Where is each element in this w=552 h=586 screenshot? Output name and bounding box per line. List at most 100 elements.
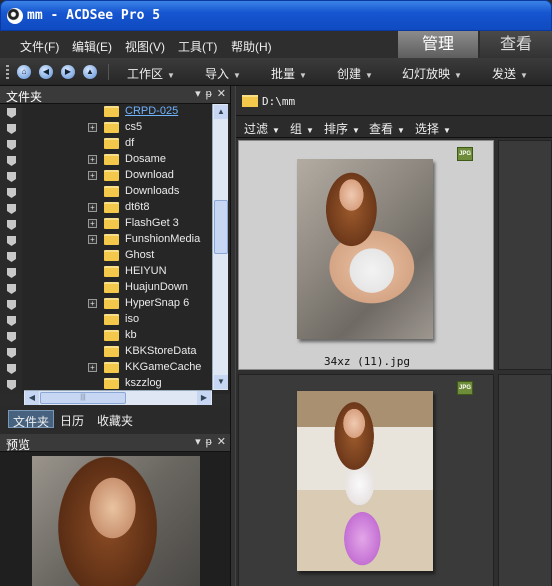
menu-file[interactable]: 文件(F) (20, 38, 59, 55)
toolbar-grip[interactable] (6, 65, 9, 79)
folder-tree-vertical-scrollbar[interactable]: ▲ ▼ (212, 104, 228, 390)
tree-item[interactable]: + FlashGet 3 (0, 216, 212, 232)
folder-icon (104, 138, 119, 149)
file-thumbnail[interactable]: JPG (238, 374, 494, 586)
preview-pane-header: 预览 ▾ ᵽ ✕ (0, 434, 230, 452)
pane-controls: ▾ ᵽ ✕ (190, 87, 226, 100)
expand-icon[interactable]: + (88, 363, 97, 372)
tree-item[interactable]: + cs5 (0, 120, 212, 136)
tree-item[interactable]: df (0, 136, 212, 152)
tree-item-label: cs5 (125, 121, 143, 133)
group-menu[interactable]: 组 ▼ (290, 120, 314, 137)
view-menu[interactable]: 查看 ▼ (369, 120, 405, 137)
scrollbar-thumb[interactable] (214, 200, 228, 254)
tree-item[interactable]: HEIYUN (0, 264, 212, 280)
expand-icon[interactable]: + (88, 171, 97, 180)
current-path[interactable]: D:\mm (262, 95, 295, 108)
expand-icon[interactable]: + (88, 219, 97, 228)
mode-manage-tab[interactable]: 管理 (398, 31, 478, 58)
tree-item[interactable]: + Download (0, 168, 212, 184)
acdsee-window: mm - ACDSee Pro 5 文件(F) 编辑(E) 视图(V) 工具(T… (0, 0, 552, 586)
scroll-right-icon[interactable]: ▶ (197, 391, 211, 405)
scroll-down-icon[interactable]: ▼ (214, 375, 228, 389)
tree-item[interactable]: Downloads (0, 184, 212, 200)
file-name: 34xz (11).jpg (323, 355, 411, 368)
tree-item[interactable]: iso (0, 312, 212, 328)
pin-icon[interactable]: ᵽ (206, 436, 212, 448)
tab-calendar[interactable]: 日历 (56, 410, 88, 428)
tree-item-label: HyperSnap 6 (125, 297, 190, 309)
tree-item[interactable]: kb (0, 328, 212, 344)
folder-icon (104, 378, 119, 389)
expand-icon[interactable]: + (88, 203, 97, 212)
tree-item-label: Downloads (125, 185, 180, 197)
chevron-down-icon: ▼ (352, 126, 360, 135)
tree-item-label: Download (125, 169, 174, 181)
select-menu[interactable]: 选择 ▼ (415, 120, 451, 137)
tree-item[interactable]: + FunshionMedia (0, 232, 212, 248)
tree-item[interactable]: + KKGameCache (0, 360, 212, 376)
filter-menu[interactable]: 过滤 ▼ (244, 120, 280, 137)
scrollbar-thumb[interactable]: ||| (40, 392, 126, 404)
folders-pane-title: 文件夹 (6, 90, 43, 104)
pane-menu-icon[interactable]: ▾ (195, 88, 201, 100)
tree-item[interactable]: KBKStoreData (0, 344, 212, 360)
pane-tabs: 文件夹 日历 收藏夹 (0, 406, 230, 430)
chevron-down-icon: ▼ (299, 71, 307, 80)
tree-item-label: KBKStoreData (125, 345, 197, 357)
expand-icon[interactable]: + (88, 235, 97, 244)
preview-image (32, 456, 200, 586)
menu-edit[interactable]: 编辑(E) (72, 38, 112, 55)
tree-item-label: FunshionMedia (125, 233, 201, 245)
create-menu[interactable]: 创建 ▼ (337, 65, 373, 82)
tree-item[interactable]: Ghost (0, 248, 212, 264)
send-menu[interactable]: 发送 ▼ (492, 65, 528, 82)
menu-help[interactable]: 帮助(H) (231, 38, 272, 55)
pane-menu-icon[interactable]: ▾ (195, 436, 201, 448)
folder-icon (104, 330, 119, 341)
file-thumbnail[interactable]: JPG 34xz (11).jpg (238, 140, 494, 370)
tree-item[interactable]: + HyperSnap 6 (0, 296, 212, 312)
import-menu[interactable]: 导入 ▼ (205, 65, 241, 82)
tab-favorites[interactable]: 收藏夹 (93, 410, 137, 428)
filter-label: 过滤 (244, 122, 269, 136)
folder-icon (104, 282, 119, 293)
menu-view[interactable]: 视图(V) (125, 38, 165, 55)
close-icon[interactable]: ✕ (217, 88, 226, 100)
chevron-down-icon: ▼ (397, 126, 405, 135)
batch-menu[interactable]: 批量 ▼ (271, 65, 307, 82)
chevron-down-icon: ▼ (306, 126, 314, 135)
scroll-up-icon[interactable]: ▲ (214, 105, 228, 119)
group-label: 组 (290, 122, 303, 136)
expand-icon[interactable]: + (88, 299, 97, 308)
tree-item-label: Dosame (125, 153, 166, 165)
path-bar: D:\mm (236, 86, 552, 116)
folder-icon (104, 234, 119, 245)
folder-icon (104, 346, 119, 357)
tree-item[interactable]: + Dosame (0, 152, 212, 168)
forward-icon[interactable]: ▶ (61, 65, 75, 79)
tree-item[interactable]: + dt6t8 (0, 200, 212, 216)
close-icon[interactable]: ✕ (217, 436, 226, 448)
filter-bar: 过滤 ▼ 组 ▼ 排序 ▼ 查看 ▼ 选择 ▼ (236, 116, 552, 138)
pin-icon[interactable]: ᵽ (206, 88, 212, 100)
workspace-menu[interactable]: 工作区 ▼ (127, 65, 175, 82)
folder-icon (242, 95, 258, 107)
menu-tools[interactable]: 工具(T) (178, 38, 217, 55)
home-icon[interactable]: ⌂ (17, 65, 31, 79)
tab-folders[interactable]: 文件夹 (8, 410, 55, 429)
scroll-left-icon[interactable]: ◀ (25, 391, 39, 405)
back-icon[interactable]: ◀ (39, 65, 53, 79)
folder-tree-horizontal-scrollbar[interactable]: ◀ ||| ▶ (24, 390, 212, 405)
tree-item[interactable]: HuajunDown (0, 280, 212, 296)
slideshow-menu[interactable]: 幻灯放映 ▼ (402, 65, 462, 82)
toolbar-divider (108, 64, 109, 80)
up-icon[interactable]: ▲ (83, 65, 97, 79)
folder-icon (104, 154, 119, 165)
tree-item[interactable]: CRPD-025 (0, 104, 212, 120)
tree-item-label: kszzlog (125, 377, 162, 389)
sort-menu[interactable]: 排序 ▼ (324, 120, 360, 137)
expand-icon[interactable]: + (88, 155, 97, 164)
mode-view-tab[interactable]: 查看 (480, 31, 552, 58)
expand-icon[interactable]: + (88, 123, 97, 132)
